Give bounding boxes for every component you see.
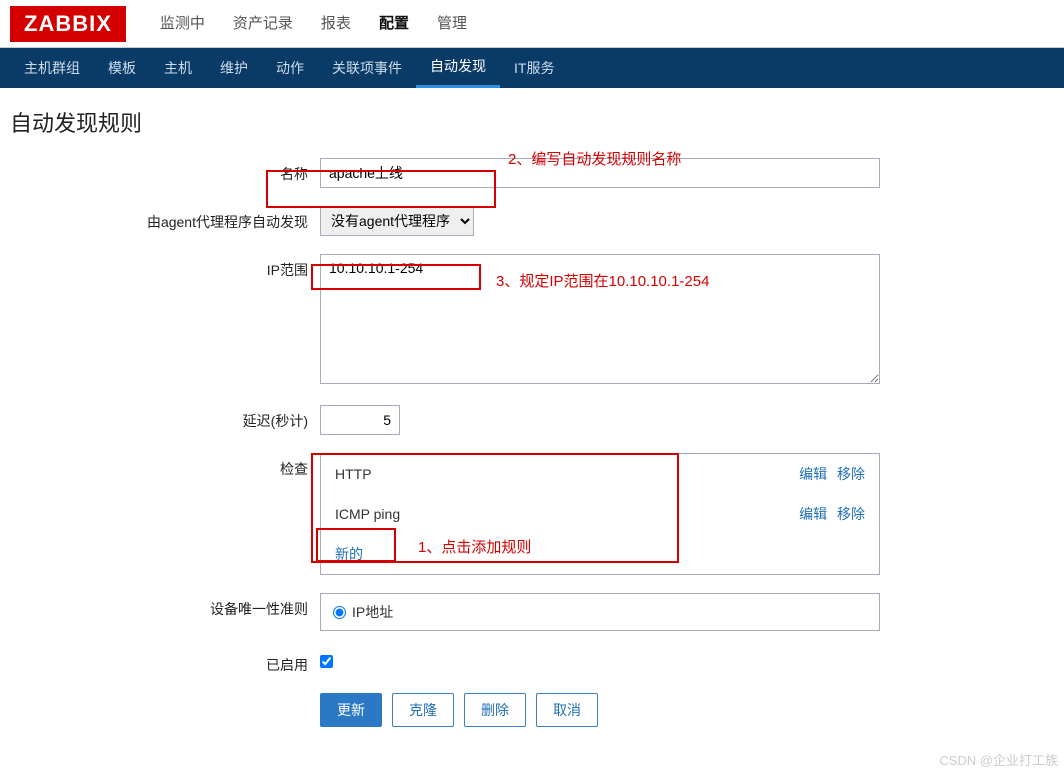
subnav-itservices[interactable]: IT服务 <box>500 48 568 88</box>
topnav-administration[interactable]: 管理 <box>423 0 481 48</box>
subnav-templates[interactable]: 模板 <box>94 48 150 88</box>
topnav-configuration[interactable]: 配置 <box>365 0 423 48</box>
proxy-select[interactable]: 没有agent代理程序 <box>320 206 474 236</box>
update-button[interactable]: 更新 <box>320 693 382 727</box>
check-edit-link[interactable]: 编辑 <box>799 506 827 522</box>
subnav-actions[interactable]: 动作 <box>262 48 318 88</box>
subnav-correlation[interactable]: 关联项事件 <box>318 48 416 88</box>
check-remove-link[interactable]: 移除 <box>837 506 865 522</box>
unique-radio-ip[interactable]: IP地址 <box>333 602 867 622</box>
subnav-hostgroups[interactable]: 主机群组 <box>10 48 94 88</box>
check-row-icmp: ICMP ping 编辑 移除 <box>321 494 879 534</box>
delay-input[interactable] <box>320 405 400 435</box>
iprange-input[interactable]: 10.10.10.1-254 <box>320 254 880 384</box>
clone-button[interactable]: 克隆 <box>392 693 454 727</box>
top-nav: ZABBIX 监测中 资产记录 报表 配置 管理 <box>0 0 1064 48</box>
name-input[interactable] <box>320 158 880 188</box>
logo: ZABBIX <box>10 6 126 42</box>
topnav-inventory[interactable]: 资产记录 <box>219 0 307 48</box>
name-label: 名称 <box>10 158 320 188</box>
checks-label: 检查 <box>10 453 320 575</box>
cancel-button[interactable]: 取消 <box>536 693 598 727</box>
unique-radio-input[interactable] <box>333 606 346 619</box>
unique-radio-label: IP地址 <box>352 602 393 622</box>
check-edit-link[interactable]: 编辑 <box>799 466 827 482</box>
page-title: 自动发现规则 <box>10 106 1054 138</box>
proxy-label: 由agent代理程序自动发现 <box>10 206 320 236</box>
subnav-maintenance[interactable]: 维护 <box>206 48 262 88</box>
watermark: CSDN @企业打工族 <box>939 750 1058 769</box>
subnav-hosts[interactable]: 主机 <box>150 48 206 88</box>
delay-label: 延迟(秒计) <box>10 405 320 435</box>
topnav-monitoring[interactable]: 监测中 <box>146 0 219 48</box>
topnav-reports[interactable]: 报表 <box>307 0 365 48</box>
checks-box: HTTP 编辑 移除 ICMP ping 编辑 移除 新的 <box>320 453 880 575</box>
unique-radio-wrap: IP地址 <box>320 593 880 631</box>
enabled-checkbox[interactable] <box>320 655 333 668</box>
new-check-link[interactable]: 新的 <box>321 534 377 574</box>
enabled-label: 已启用 <box>10 649 320 675</box>
unique-label: 设备唯一性准则 <box>10 593 320 631</box>
sub-nav: 主机群组 模板 主机 维护 动作 关联项事件 自动发现 IT服务 <box>0 48 1064 88</box>
subnav-discovery[interactable]: 自动发现 <box>416 48 500 88</box>
check-name: ICMP ping <box>335 506 400 522</box>
iprange-label: IP范围 <box>10 254 320 387</box>
page-body: 自动发现规则 2、编写自动发现规则名称 名称 由agent代理程序自动发现 没有… <box>0 88 1064 775</box>
check-row-http: HTTP 编辑 移除 <box>321 454 879 494</box>
check-remove-link[interactable]: 移除 <box>837 466 865 482</box>
check-name: HTTP <box>335 466 372 482</box>
delete-button[interactable]: 删除 <box>464 693 526 727</box>
